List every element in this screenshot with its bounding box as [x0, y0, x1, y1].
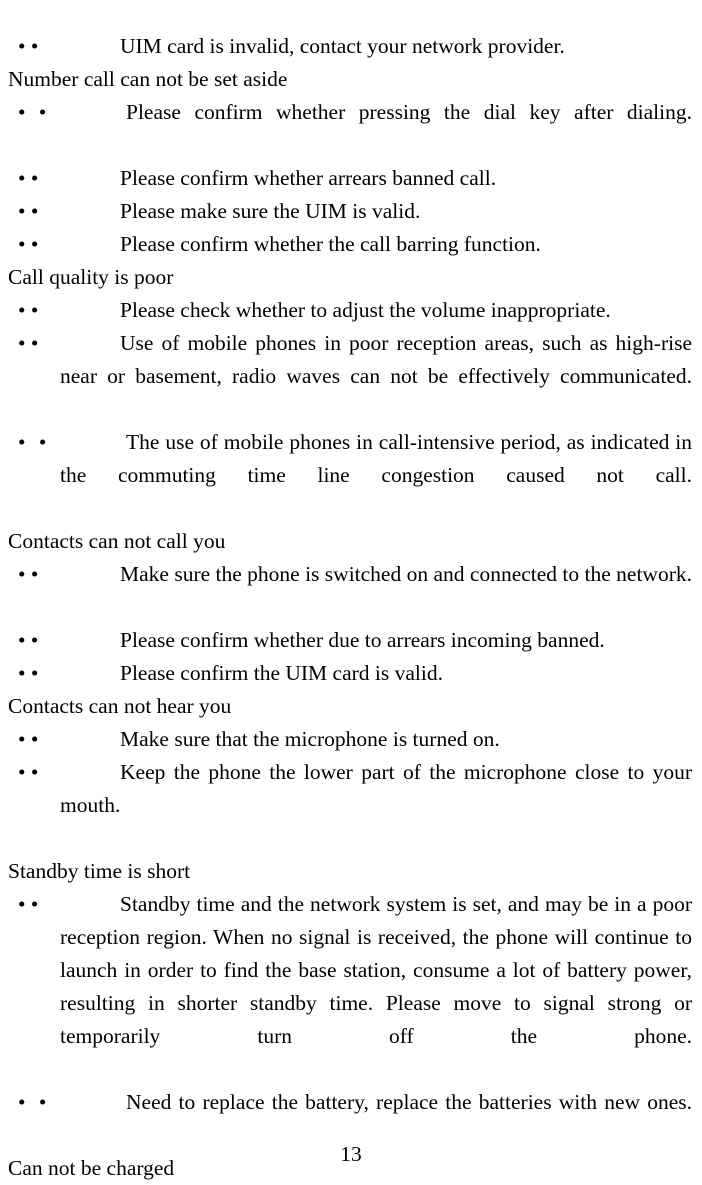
section-heading: Number call can not be set aside: [8, 67, 288, 91]
section-heading: Contacts can not hear you: [8, 694, 232, 718]
bullet-marker-icon: • •: [18, 166, 39, 190]
bullet-item-text: Use of mobile phones in poor reception a…: [60, 331, 692, 388]
bullet-list-item: • • Use of mobile phones in poor receptio…: [8, 327, 692, 426]
section-heading: Standby time is short: [8, 859, 191, 883]
bullet-list-item: • • Keep the phone the lower part of the …: [8, 756, 692, 855]
bullet-item-text: Standby time and the network system is s…: [60, 892, 692, 1048]
bullet-list-item: • • UIM card is invalid, contact your net…: [8, 30, 692, 63]
bullet-marker-icon: • •: [18, 562, 39, 586]
bullet-marker-icon: • •: [18, 232, 39, 256]
bullet-marker-icon: • •: [18, 34, 39, 58]
bullet-marker-icon: • •: [18, 100, 51, 124]
bullet-item-text: Please confirm whether arrears banned ca…: [120, 166, 497, 190]
bullet-marker-icon: • •: [18, 760, 39, 784]
document-page: • • UIM card is invalid, contact your net…: [0, 0, 702, 1180]
page-number: 13: [340, 1142, 362, 1166]
bullet-item-text: Keep the phone the lower part of the mic…: [60, 760, 692, 817]
section-heading: Contacts can not call you: [8, 529, 226, 553]
bullet-marker-icon: • •: [18, 331, 39, 355]
bullet-item-text: Make sure the phone is switched on and c…: [120, 562, 692, 586]
bullet-list-item: • • Please check whether to adjust the vo…: [8, 294, 692, 327]
bullet-marker-icon: • •: [18, 1090, 51, 1114]
bullet-list-item: • • Make sure that the microphone is turn…: [8, 723, 692, 756]
bullet-item-text: Please confirm whether pressing the dial…: [126, 100, 692, 124]
bullet-list-item: • • Please confirm whether the call barri…: [8, 228, 692, 261]
bullet-item-text: UIM card is invalid, contact your networ…: [120, 34, 565, 58]
bullet-list-item: • • The use of mobile phones in call-inte…: [8, 426, 692, 525]
bullet-marker-icon: • •: [18, 298, 39, 322]
bullet-marker-icon: • •: [18, 430, 51, 454]
bullet-list-item: • • Make sure the phone is switched on an…: [8, 558, 692, 624]
bullet-item-text: Need to replace the battery, replace the…: [126, 1090, 692, 1114]
bullet-item-text: Make sure that the microphone is turned …: [120, 727, 500, 751]
page-content: • • UIM card is invalid, contact your net…: [8, 30, 692, 1185]
bullet-marker-icon: • •: [18, 727, 39, 751]
bullet-marker-icon: • •: [18, 661, 39, 685]
bullet-item-text: Please make sure the UIM is valid.: [120, 199, 421, 223]
bullet-item-text: Please confirm whether due to arrears in…: [120, 628, 605, 652]
bullet-list-item: • • Please confirm whether arrears banned…: [8, 162, 692, 195]
bullet-list-item: • • Please confirm the UIM card is valid.: [8, 657, 692, 690]
bullet-item-text: Please confirm the UIM card is valid.: [120, 661, 444, 685]
bullet-list-item: • • Please confirm whether due to arrears…: [8, 624, 692, 657]
bullet-list-item: • • Please make sure the UIM is valid.: [8, 195, 692, 228]
bullet-list-item: • • Please confirm whether pressing the d…: [8, 96, 692, 162]
bullet-item-text: Please check whether to adjust the volum…: [120, 298, 611, 322]
section-heading: Call quality is poor: [8, 265, 174, 289]
bullet-list-item: • • Standby time and the network system i…: [8, 888, 692, 1086]
bullet-marker-icon: • •: [18, 628, 39, 652]
bullet-marker-icon: • •: [18, 892, 39, 916]
bullet-marker-icon: • •: [18, 199, 39, 223]
bullet-item-text: The use of mobile phones in call-intensi…: [60, 430, 692, 487]
bullet-item-text: Please confirm whether the call barring …: [120, 232, 541, 256]
